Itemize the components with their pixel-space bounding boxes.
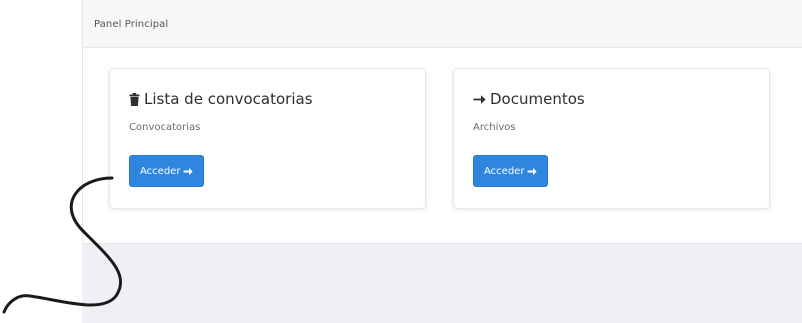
left-strip <box>0 0 82 323</box>
card-subtitle-convocatorias: Convocatorias <box>129 122 201 133</box>
acceder-convocatorias-button[interactable]: Acceder <box>129 155 205 187</box>
card-title-text: Lista de convocatorias <box>144 90 313 108</box>
card-subtitle-documentos: Archivos <box>473 122 516 133</box>
arrow-right-icon <box>473 94 486 105</box>
card-title-text: Documentos <box>490 90 585 108</box>
button-label: Acceder <box>484 165 525 177</box>
card-title-documentos: Documentos <box>473 90 585 108</box>
arrow-right-icon <box>527 167 538 176</box>
panel-title: Panel Principal <box>94 19 169 30</box>
trash-icon <box>129 92 140 106</box>
panel-header: Panel Principal <box>83 0 802 48</box>
main-panel: Panel Principal Lista de convocatorias C… <box>82 0 802 244</box>
acceder-documentos-button[interactable]: Acceder <box>473 155 549 187</box>
arrow-right-icon <box>183 167 194 176</box>
card-documentos: Documentos Archivos Acceder <box>453 68 770 209</box>
button-label: Acceder <box>140 165 181 177</box>
card-convocatorias: Lista de convocatorias Convocatorias Acc… <box>109 68 426 209</box>
card-title-convocatorias: Lista de convocatorias <box>129 90 313 108</box>
